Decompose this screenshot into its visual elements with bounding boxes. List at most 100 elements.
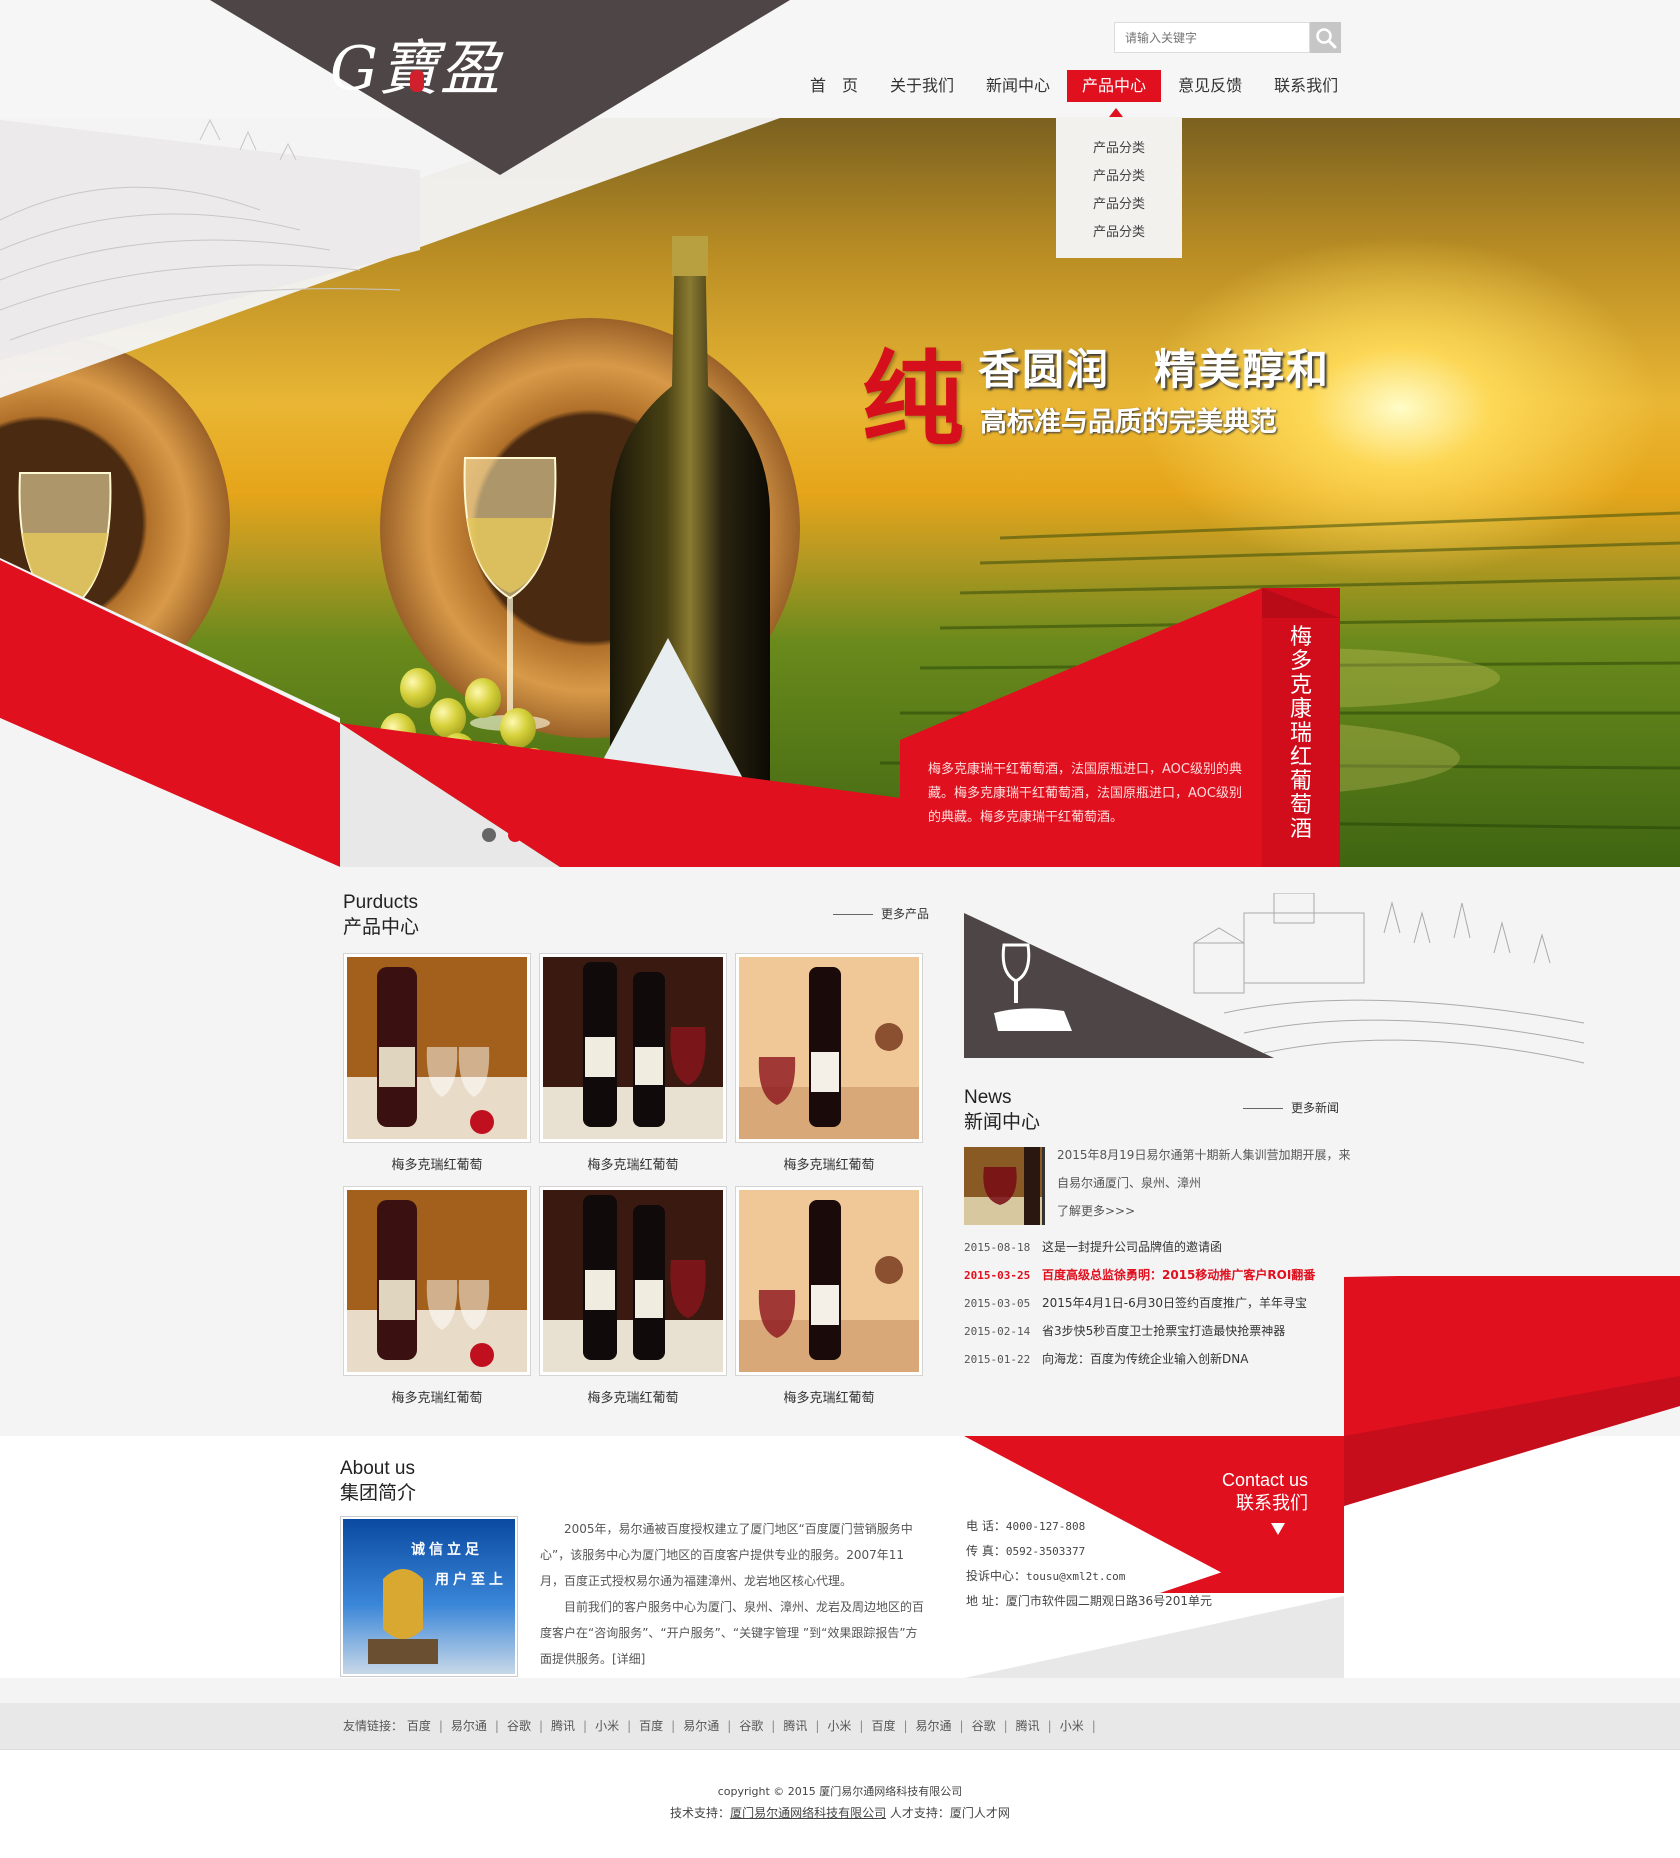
product-name: 梅多克瑞红葡萄 xyxy=(391,1158,483,1173)
talent-support-link[interactable]: 厦门人才网 xyxy=(950,1806,1010,1820)
contact-label: 地 址： xyxy=(966,1594,1006,1608)
slider-dots xyxy=(482,828,522,842)
link-separator: | xyxy=(494,1719,499,1733)
link-separator: | xyxy=(583,1719,588,1733)
contact-row: 地 址：厦门市软件园二期观日路36号201单元 xyxy=(966,1589,1212,1613)
about-paragraph: 目前我们的客户服务中心为厦门、泉州、漳州、龙岩及周边地区的百度客户在“咨询服务”… xyxy=(540,1600,925,1666)
link-separator: | xyxy=(627,1719,632,1733)
contact-title-en: Contact us xyxy=(1222,1470,1309,1490)
product-name: 梅多克瑞红葡萄 xyxy=(783,1158,875,1173)
friend-link[interactable]: 小米 xyxy=(1060,1719,1084,1733)
friend-link[interactable]: 易尔通 xyxy=(683,1719,719,1733)
friend-link[interactable]: 百度 xyxy=(871,1719,895,1733)
more-news-link[interactable]: 更多新闻 xyxy=(1243,1099,1339,1116)
nav-contact[interactable]: 联系我们 xyxy=(1259,70,1353,102)
nav-products[interactable]: 产品中心 xyxy=(1067,70,1162,102)
dropdown-item[interactable]: 产品分类 xyxy=(1056,219,1182,247)
footer-support: 技术支持：厦门易尔通网络科技有限公司 人才支持：厦门人才网 xyxy=(0,1804,1680,1821)
footer-copyright: copyright © 2015 厦门易尔通网络科技有限公司 xyxy=(717,1785,963,1798)
banner-vertical-title: 梅多克康瑞红葡萄酒 xyxy=(1289,625,1312,842)
about-title-en: About us xyxy=(340,1458,415,1479)
link-separator: | xyxy=(859,1719,864,1733)
link-separator: | xyxy=(771,1719,776,1733)
link-separator: | xyxy=(727,1719,732,1733)
slider-dot[interactable] xyxy=(482,828,496,842)
news-feature-text: 2015年8月19日易尔通第十期新人集训营加期开展，来自易尔通厦门、泉州、漳州 xyxy=(1057,1148,1351,1190)
dropdown-caret-icon xyxy=(1109,108,1123,117)
friend-link[interactable]: 谷歌 xyxy=(972,1719,996,1733)
products-title-cn: 产品中心 xyxy=(343,916,420,938)
news-date: 2015-08-18 xyxy=(964,1241,1031,1254)
tech-support-label: 技术支持： xyxy=(670,1806,731,1820)
friend-link[interactable]: 小米 xyxy=(827,1719,851,1733)
contact-value: 4000-127-808 xyxy=(1005,1520,1086,1533)
talent-support-label: 人才支持： xyxy=(889,1806,950,1820)
logo-text: G寶盈 xyxy=(330,34,501,104)
news-feature-image xyxy=(964,1147,1044,1225)
product-image xyxy=(539,953,727,1143)
news-banner-illustration xyxy=(964,893,1585,1064)
friend-link[interactable]: 腾讯 xyxy=(783,1719,807,1733)
product-image xyxy=(343,953,531,1143)
link-separator: | xyxy=(903,1719,908,1733)
products-title-en: Purducts xyxy=(343,892,418,913)
friend-link[interactable]: 腾讯 xyxy=(551,1719,575,1733)
contact-title-cn: 联系我们 xyxy=(1236,1493,1309,1514)
link-separator: | xyxy=(538,1719,544,1733)
down-arrow-icon xyxy=(1271,1523,1285,1535)
tech-support-link[interactable]: 厦门易尔通网络科技有限公司 xyxy=(730,1806,886,1820)
about-slogan1: 诚信立足 xyxy=(411,1542,483,1558)
friend-link[interactable]: 谷歌 xyxy=(739,1719,763,1733)
dropdown-item[interactable]: 产品分类 xyxy=(1056,163,1182,191)
news-title-en: News xyxy=(964,1087,1012,1108)
about-slogan2: 用户至上 xyxy=(435,1572,507,1588)
product-photo xyxy=(739,957,919,1139)
friend-link[interactable]: 易尔通 xyxy=(916,1719,952,1733)
contact-value: tousu@xml2t.com xyxy=(1026,1570,1126,1583)
about-image: 诚信立足 用户至上 xyxy=(340,1516,518,1677)
products-dropdown: 产品分类 产品分类 产品分类 产品分类 xyxy=(1056,117,1182,258)
slider-dot-active[interactable] xyxy=(508,828,522,842)
link-separator: | xyxy=(1003,1719,1008,1733)
news-item[interactable]: 2015-08-18 这是一封提升公司品牌值的邀请函 xyxy=(964,1233,1344,1261)
nav-home[interactable]: 首 页 xyxy=(795,70,873,102)
dropdown-item[interactable]: 产品分类 xyxy=(1056,135,1182,163)
friend-links-label: 友情链接： xyxy=(343,1719,404,1733)
logo[interactable]: G寶盈 xyxy=(330,20,501,107)
search-button[interactable] xyxy=(1310,22,1341,53)
friend-link[interactable]: 百度 xyxy=(639,1719,663,1733)
contact-label: 投诉中心： xyxy=(966,1569,1027,1583)
logo-seal-icon xyxy=(410,70,424,92)
banner-description: 梅多克康瑞干红葡萄酒，法国原瓶进口，AOC级别的典藏。梅多克康瑞干红葡萄酒，法国… xyxy=(928,762,1242,825)
nav-about[interactable]: 关于我们 xyxy=(875,70,969,102)
product-name: 梅多克瑞红葡萄 xyxy=(587,1158,679,1173)
link-separator: | xyxy=(1091,1719,1096,1733)
contact-row: 电 话：4000-127-808 xyxy=(966,1514,1212,1539)
more-products-link[interactable]: 更多产品 xyxy=(833,905,929,922)
main-nav: 首 页 关于我们 新闻中心 产品中心 意见反馈 联系我们 xyxy=(795,70,1355,102)
friend-link[interactable]: 百度 xyxy=(407,1719,431,1733)
link-separator: | xyxy=(815,1719,820,1733)
news-title: 这是一封提升公司品牌值的邀请函 xyxy=(1042,1240,1223,1254)
nav-feedback[interactable]: 意见反馈 xyxy=(1163,70,1257,102)
product-photo xyxy=(543,957,723,1139)
about-title-cn: 集团简介 xyxy=(340,1482,417,1504)
link-separator: | xyxy=(1047,1719,1052,1733)
contact-label: 电 话： xyxy=(966,1519,1006,1533)
friend-link[interactable]: 谷歌 xyxy=(507,1719,531,1733)
product-card[interactable]: 梅多克瑞红葡萄 xyxy=(539,953,727,1173)
products-heading: Purducts 产品中心 xyxy=(343,892,419,939)
contact-row: 传 真：0592-3503377 xyxy=(966,1539,1212,1564)
nav-news[interactable]: 新闻中心 xyxy=(971,70,1065,102)
product-card[interactable]: 梅多克瑞红葡萄 xyxy=(343,953,531,1173)
friend-link[interactable]: 易尔通 xyxy=(451,1719,487,1733)
about-heading: About us 集团简介 xyxy=(340,1458,416,1505)
friend-link[interactable]: 腾讯 xyxy=(1016,1719,1040,1733)
search-input[interactable] xyxy=(1114,22,1310,53)
product-photo xyxy=(347,957,527,1139)
friend-link[interactable]: 小米 xyxy=(595,1719,619,1733)
golden-dragon-statue-icon xyxy=(368,1569,438,1664)
dropdown-item[interactable]: 产品分类 xyxy=(1056,191,1182,219)
news-feature-more-link[interactable]: 了解更多>>> xyxy=(1057,1204,1135,1218)
product-card[interactable]: 梅多克瑞红葡萄 xyxy=(735,953,923,1173)
